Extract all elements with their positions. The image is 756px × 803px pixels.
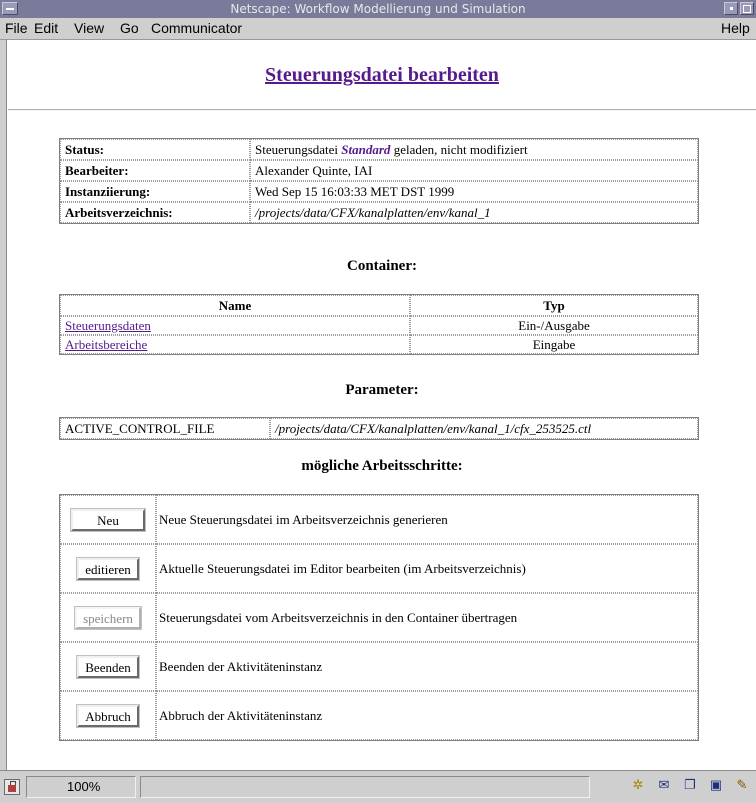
parameter-heading: Parameter:: [345, 382, 419, 398]
table-row: Abbruch Abbruch der Aktivitäteninstanz: [60, 691, 698, 740]
component-tray: ✲ ✉ ❐ ▣ ✎: [628, 777, 752, 793]
container-name-cell: Arbeitsbereiche: [60, 335, 410, 354]
parameter-value: /projects/data/CFX/kanalplatten/env/kana…: [270, 418, 698, 439]
abbruch-button[interactable]: Abbruch: [76, 703, 140, 728]
menu-help[interactable]: Help: [721, 20, 750, 36]
beenden-button[interactable]: Beenden: [76, 654, 140, 679]
parameter-row: ACTIVE_CONTROL_FILE /projects/data/CFX/k…: [60, 418, 698, 439]
arbeitsverzeichnis-label: Arbeitsverzeichnis:: [60, 202, 250, 223]
table-row: editieren Aktuelle Steuerungsdatei im Ed…: [60, 544, 698, 593]
column-header-name: Name: [60, 295, 410, 316]
navigator-icon[interactable]: ✲: [628, 777, 648, 793]
menu-edit[interactable]: Edit: [34, 20, 58, 36]
menu-bar: File Edit View Go Communicator Help: [0, 18, 756, 40]
status-row: Status: Steuerungsdatei Standard geladen…: [60, 139, 698, 160]
table-row: Beenden Beenden der Aktivitäteninstanz: [60, 642, 698, 691]
container-typ-cell: Ein-/Ausgabe: [410, 316, 698, 335]
instanziierung-value: Wed Sep 15 16:03:33 MET DST 1999: [250, 181, 698, 202]
menu-communicator[interactable]: Communicator: [151, 20, 242, 36]
window-menu-icon[interactable]: [2, 2, 18, 15]
instanziierung-label: Instanziierung:: [60, 181, 250, 202]
status-bar: 100% ✲ ✉ ❐ ▣ ✎: [0, 770, 756, 803]
editieren-button[interactable]: editieren: [76, 556, 140, 581]
parameter-name: ACTIVE_CONTROL_FILE: [60, 418, 270, 439]
button-cell: Neu: [60, 495, 156, 544]
horizontal-rule: [8, 109, 756, 111]
column-header-typ: Typ: [410, 295, 698, 316]
instanziierung-row: Instanziierung: Wed Sep 15 16:03:33 MET …: [60, 181, 698, 202]
page-title: Steuerungsdatei bearbeiten: [8, 64, 756, 87]
button-cell: Abbruch: [60, 691, 156, 740]
arbeitsverzeichnis-value: /projects/data/CFX/kanalplatten/env/kana…: [250, 202, 698, 223]
status-value: Steuerungsdatei Standard geladen, nicht …: [250, 139, 698, 160]
status-suffix: geladen, nicht modifiziert: [390, 141, 528, 157]
page-title-link[interactable]: Steuerungsdatei bearbeiten: [265, 64, 499, 86]
arbeitsverzeichnis-row: Arbeitsverzeichnis: /projects/data/CFX/k…: [60, 202, 698, 223]
step-description: Abbruch der Aktivitäteninstanz: [156, 691, 698, 740]
step-description: Neue Steuerungsdatei im Arbeitsverzeichn…: [156, 495, 698, 544]
menu-file[interactable]: File: [5, 20, 28, 36]
steps-heading: mögliche Arbeitsschritte:: [301, 458, 463, 474]
steuerungsdaten-link[interactable]: Steuerungsdaten: [65, 318, 151, 333]
status-prefix: Steuerungsdatei: [255, 141, 342, 157]
discussion-icon[interactable]: ❐: [680, 777, 700, 793]
zoom-indicator: 100%: [26, 776, 136, 798]
table-row: speichern Steuerungsdatei vom Arbeitsver…: [60, 593, 698, 642]
mailbox-icon[interactable]: ✉: [654, 777, 674, 793]
step-description: Steuerungsdatei vom Arbeitsverzeichnis i…: [156, 593, 698, 642]
table-row: Arbeitsbereiche Eingabe: [60, 335, 698, 354]
window-left-edge: [0, 40, 7, 770]
bearbeiter-row: Bearbeiter: Alexander Quinte, IAI: [60, 160, 698, 181]
container-name-cell: Steuerungsdaten: [60, 316, 410, 335]
minimize-icon[interactable]: [724, 2, 738, 15]
table-row: Steuerungsdaten Ein-/Ausgabe: [60, 316, 698, 335]
steps-table: Neu Neue Steuerungsdatei im Arbeitsverze…: [59, 494, 699, 741]
window-title: Netscape: Workflow Modellierung und Simu…: [230, 2, 526, 16]
step-description: Aktuelle Steuerungsdatei im Editor bearb…: [156, 544, 698, 593]
arbeitsbereiche-link[interactable]: Arbeitsbereiche: [65, 337, 147, 352]
bearbeiter-value: Alexander Quinte, IAI: [250, 160, 698, 181]
maximize-icon[interactable]: [740, 2, 754, 15]
security-lock-icon[interactable]: [4, 779, 20, 795]
container-header-row: Name Typ: [60, 295, 698, 316]
table-row: Neu Neue Steuerungsdatei im Arbeitsverze…: [60, 495, 698, 544]
status-table: Status: Steuerungsdatei Standard geladen…: [59, 138, 699, 224]
menu-go[interactable]: Go: [120, 20, 139, 36]
step-description: Beenden der Aktivitäteninstanz: [156, 642, 698, 691]
page-content: Steuerungsdatei bearbeiten Status: Steue…: [8, 40, 756, 770]
menu-view[interactable]: View: [74, 20, 104, 36]
neu-button[interactable]: Neu: [70, 507, 146, 532]
status-label: Status:: [60, 139, 250, 160]
status-message: [140, 776, 590, 798]
speichern-button[interactable]: speichern: [74, 605, 142, 630]
button-cell: speichern: [60, 593, 156, 642]
composer-icon[interactable]: ▣: [706, 777, 726, 793]
container-table: Name Typ Steuerungsdaten Ein-/Ausgabe Ar…: [59, 294, 699, 355]
window-titlebar[interactable]: Netscape: Workflow Modellierung und Simu…: [0, 0, 756, 18]
container-typ-cell: Eingabe: [410, 335, 698, 354]
button-cell: Beenden: [60, 642, 156, 691]
parameter-table: ACTIVE_CONTROL_FILE /projects/data/CFX/k…: [59, 417, 699, 440]
bearbeiter-label: Bearbeiter:: [60, 160, 250, 181]
container-heading: Container:: [347, 258, 417, 274]
standard-link[interactable]: Standard: [341, 142, 390, 157]
button-cell: editieren: [60, 544, 156, 593]
edit-pen-icon[interactable]: ✎: [732, 777, 752, 793]
